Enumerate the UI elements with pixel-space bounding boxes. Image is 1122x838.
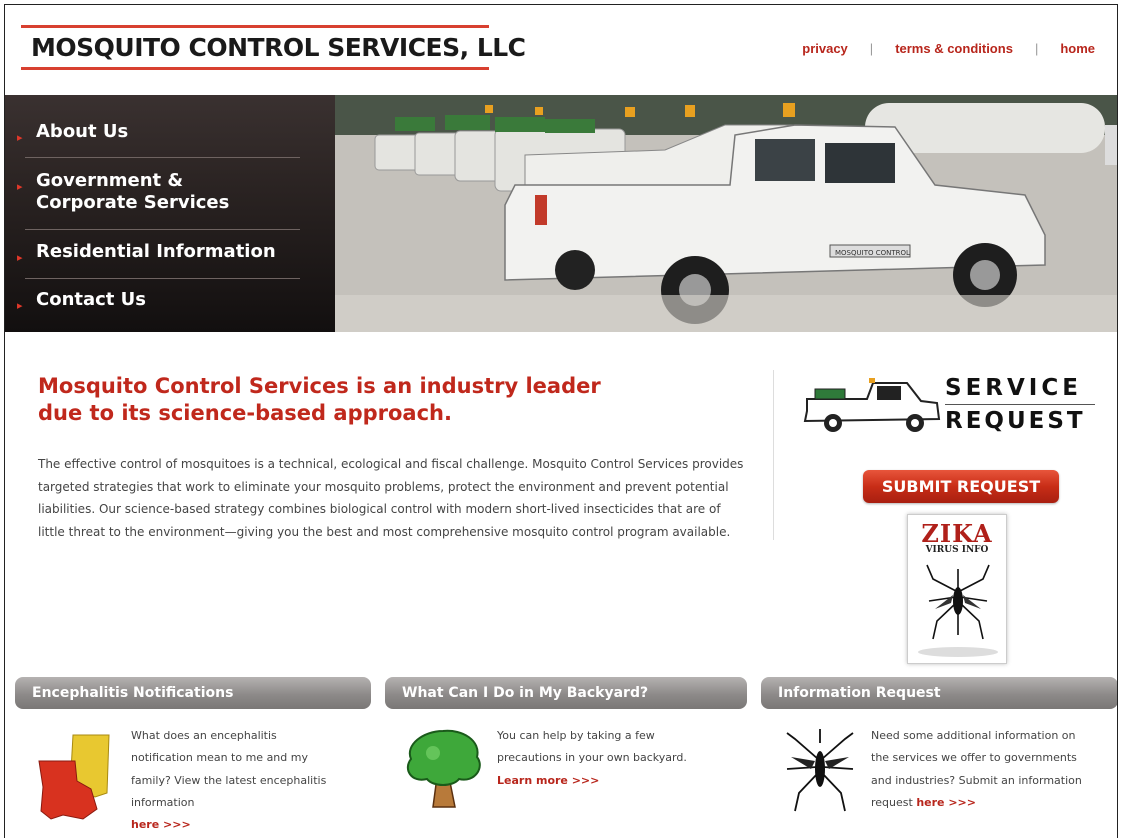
- text-line: precautions in your own backyard.: [497, 751, 687, 765]
- truck-door-label: MOSQUITO CONTROL: [835, 249, 910, 257]
- information-request-here-link[interactable]: here >>>: [916, 796, 976, 809]
- hero-image: MOSQUITO CONTROL: [335, 95, 1117, 332]
- nav-item-label: Contact Us: [36, 289, 147, 310]
- mosquito-icon: [926, 564, 990, 640]
- link-separator: |: [869, 41, 874, 56]
- service-request-title-line1: SERVICE: [945, 375, 1082, 401]
- text-line: request: [871, 795, 913, 809]
- tree-icon: [406, 729, 481, 808]
- nav-item-label: Government &: [36, 170, 184, 191]
- text-line: information: [131, 795, 195, 809]
- information-request-text: Need some additional information on the …: [871, 725, 1111, 814]
- page-frame: MOSQUITO CONTROL SERVICES, LLC privacy |…: [4, 4, 1118, 838]
- text-line: What does an encephalitis: [131, 729, 277, 742]
- vertical-divider: [773, 370, 774, 540]
- home-link[interactable]: home: [1060, 41, 1095, 56]
- nav-item-contact-us[interactable]: ▸ Contact Us: [17, 289, 299, 312]
- nav-item-government-corporate[interactable]: ▸ Government & Corporate Services: [17, 170, 299, 214]
- truck-fleet-illustration: MOSQUITO CONTROL: [335, 95, 1117, 332]
- intro-paragraph: The effective control of mosquitoes is a…: [38, 457, 744, 539]
- text-line: family? View the latest encephalitis: [131, 773, 327, 787]
- zika-title: ZIKA: [921, 519, 993, 548]
- banner-shadow: [918, 647, 998, 657]
- text-line: and industries? Submit an information: [871, 773, 1082, 787]
- text-line: Need some additional information on: [871, 729, 1076, 742]
- headline-line: Mosquito Control Services is an industry…: [38, 374, 601, 398]
- terms-link[interactable]: terms & conditions: [895, 41, 1013, 56]
- box-header-encephalitis: Encephalitis Notifications: [15, 677, 371, 709]
- encephalitis-text: What does an encephalitis notification m…: [131, 725, 361, 836]
- nav-divider: [25, 229, 300, 230]
- nav-item-label: About Us: [36, 121, 129, 142]
- top-links: privacy | terms & conditions | home: [802, 41, 1095, 56]
- headline-line: due to its science-based approach.: [38, 401, 452, 425]
- nav-item-residential[interactable]: ▸ Residential Information: [17, 241, 299, 264]
- text-line: You can help by taking a few: [497, 729, 655, 742]
- arrow-icon: ▸: [17, 180, 23, 193]
- main-nav: ▸ About Us ▸ Government & Corporate Serv…: [5, 95, 335, 332]
- logo-text: MOSQUITO CONTROL SERVICES, LLC: [31, 33, 526, 62]
- nav-divider: [25, 278, 300, 279]
- truck-icon: [803, 378, 941, 432]
- site-logo[interactable]: MOSQUITO CONTROL SERVICES, LLC: [21, 25, 526, 75]
- arrow-icon: ▸: [17, 299, 23, 312]
- backyard-learn-more-link[interactable]: Learn more >>>: [497, 774, 599, 787]
- link-separator: |: [1034, 41, 1039, 56]
- encephalitis-here-link[interactable]: here >>>: [131, 818, 191, 831]
- nav-divider: [25, 157, 300, 158]
- nav-item-label: Residential Information: [36, 241, 276, 262]
- nav-item-about-us[interactable]: ▸ About Us: [17, 121, 299, 144]
- zika-virus-info-banner[interactable]: ZIKA VIRUS INFO: [907, 514, 1007, 664]
- page-headline: Mosquito Control Services is an industry…: [38, 373, 678, 427]
- text-line: notification mean to me and my: [131, 751, 308, 765]
- text-line: the services we offer to governments: [871, 751, 1077, 765]
- arrow-icon: ▸: [17, 251, 23, 264]
- box-header-backyard: What Can I Do in My Backyard?: [385, 677, 747, 709]
- service-request-rule: [945, 404, 1095, 405]
- box-header-information-request: Information Request: [761, 677, 1117, 709]
- mosquito-icon: [786, 729, 854, 812]
- louisiana-mississippi-map-icon: [38, 734, 110, 820]
- zika-subtitle: VIRUS INFO: [925, 545, 989, 555]
- submit-request-button[interactable]: SUBMIT REQUEST: [863, 470, 1059, 503]
- nav-item-label: Corporate Services: [36, 192, 230, 213]
- logo-rule-bottom: [21, 67, 489, 70]
- privacy-link[interactable]: privacy: [802, 41, 848, 56]
- arrow-icon: ▸: [17, 131, 23, 144]
- backyard-text: You can help by taking a few precautions…: [497, 725, 737, 792]
- logo-rule-top: [21, 25, 489, 28]
- service-request-title-line2: REQUEST: [945, 408, 1086, 434]
